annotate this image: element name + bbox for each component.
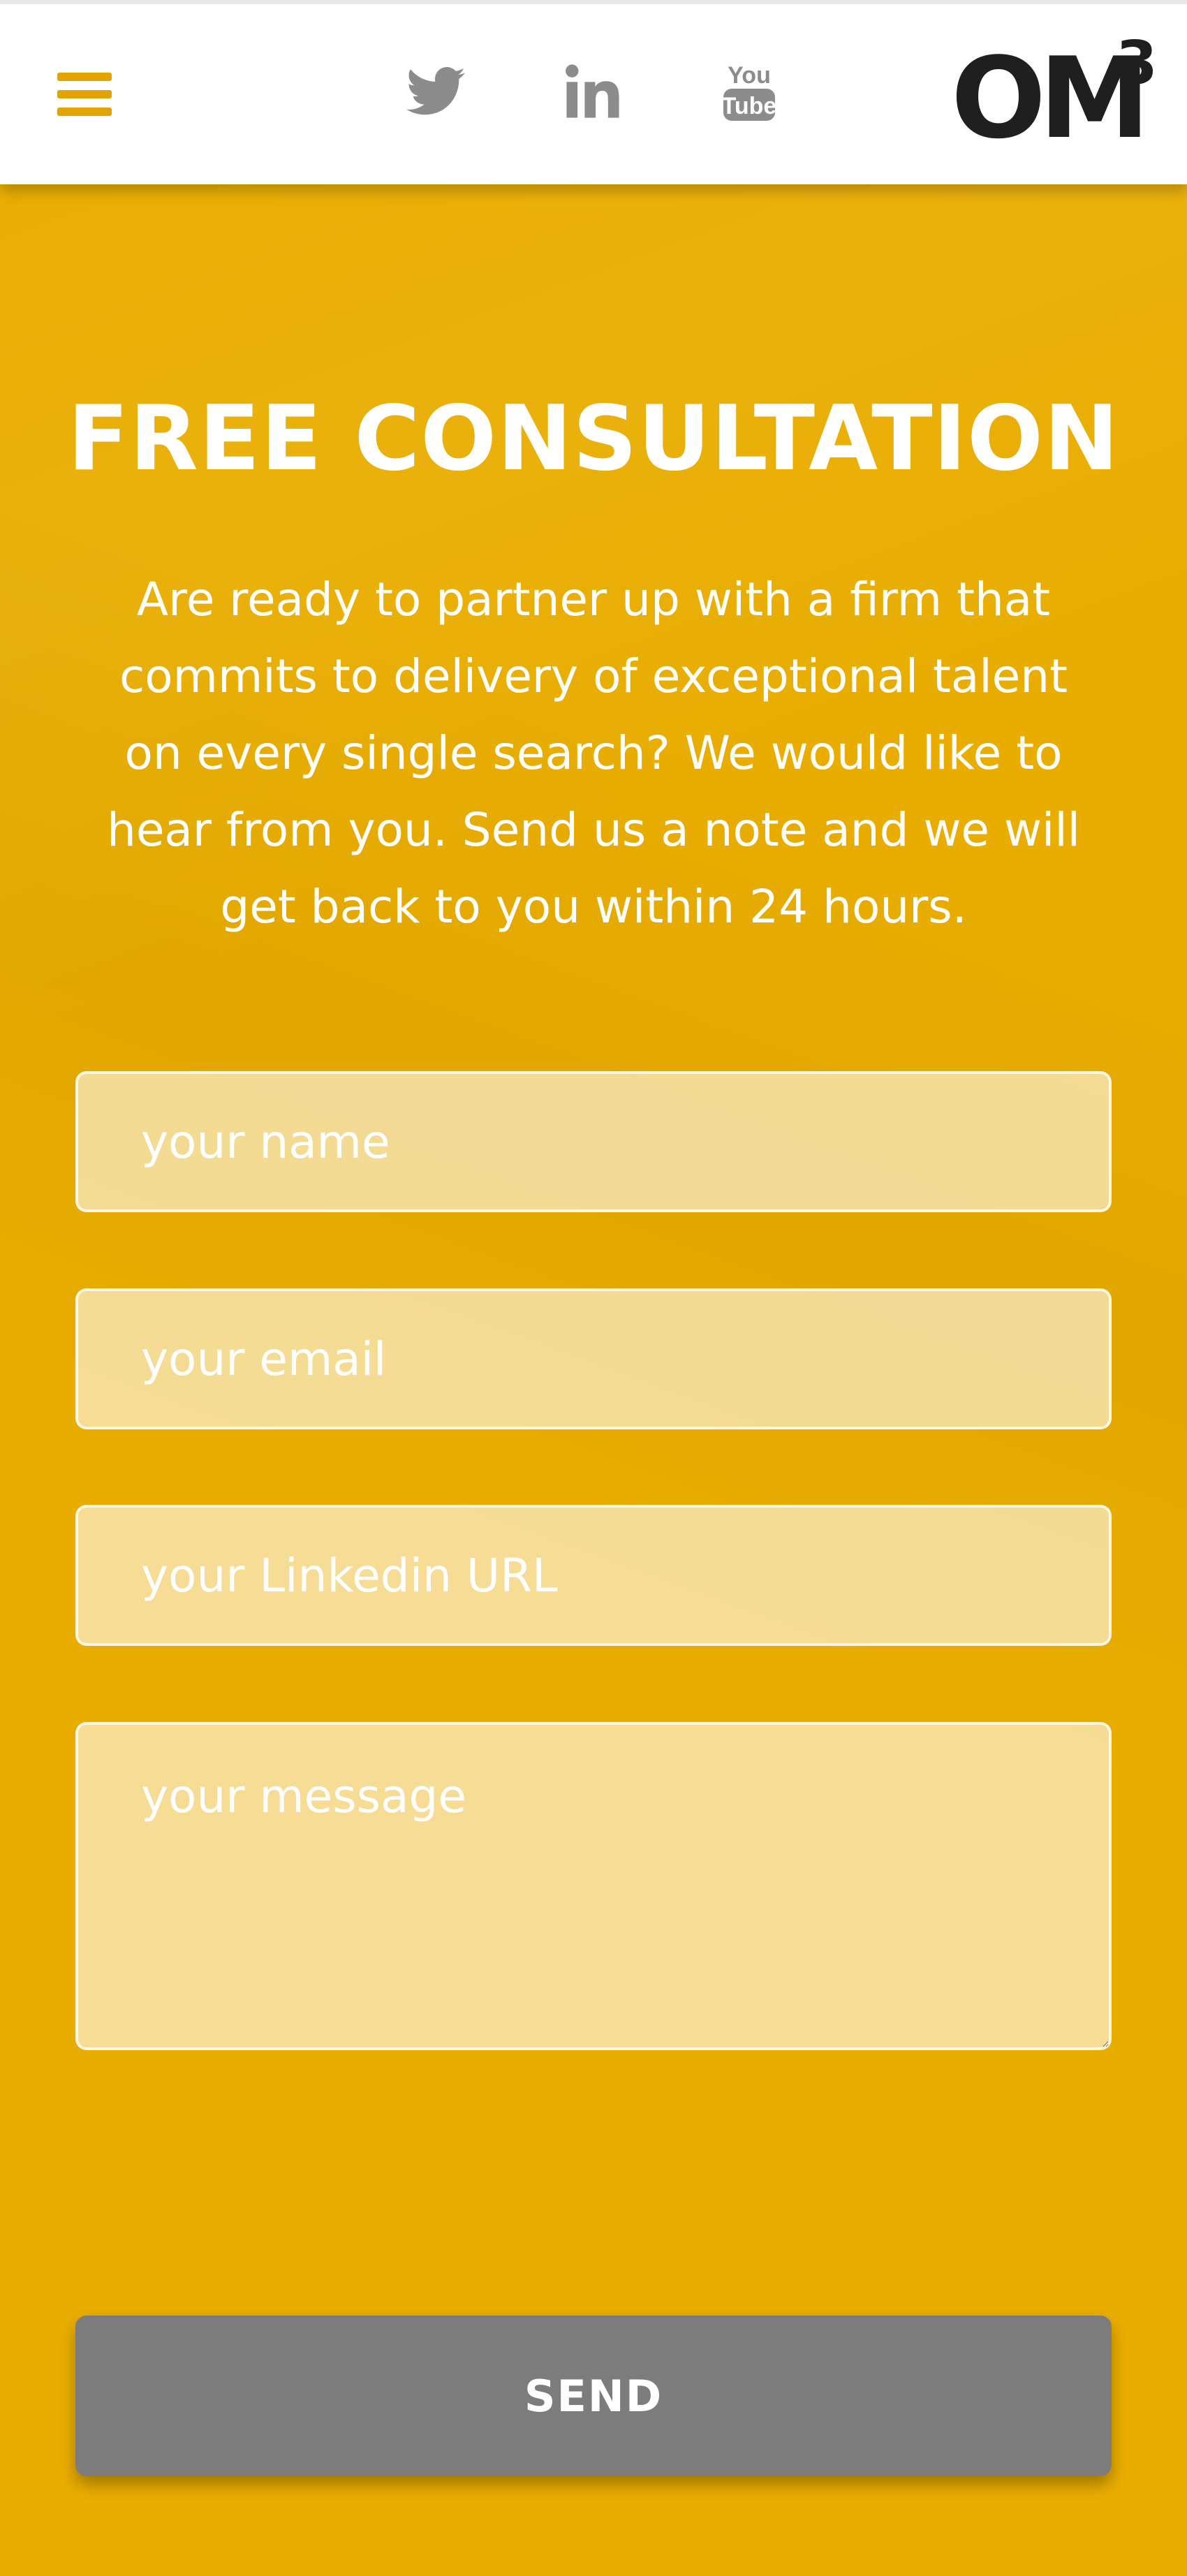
hamburger-menu-icon[interactable] bbox=[54, 68, 115, 120]
logo-text: OM bbox=[951, 33, 1143, 148]
site-header: You Tube OM 3 bbox=[0, 0, 1187, 184]
intro-text: Are ready to partner up with a firm that… bbox=[107, 573, 1080, 934]
linkedin-url-field[interactable] bbox=[75, 1505, 1112, 1646]
logo-superscript: 3 bbox=[1116, 29, 1158, 98]
linkedin-icon[interactable] bbox=[561, 53, 624, 130]
youtube-you-text: You bbox=[728, 62, 771, 89]
youtube-icon[interactable]: You Tube bbox=[716, 53, 782, 130]
youtube-tube-text: Tube bbox=[722, 93, 777, 119]
email-field[interactable] bbox=[75, 1288, 1112, 1429]
twitter-icon[interactable] bbox=[404, 53, 468, 130]
page-title: FREE CONSULTATION bbox=[67, 387, 1120, 491]
om3-logo[interactable]: OM 3 bbox=[951, 29, 1160, 163]
name-field[interactable] bbox=[75, 1071, 1112, 1212]
message-field[interactable] bbox=[75, 1722, 1112, 2050]
send-button[interactable]: SEND bbox=[75, 2316, 1112, 2476]
